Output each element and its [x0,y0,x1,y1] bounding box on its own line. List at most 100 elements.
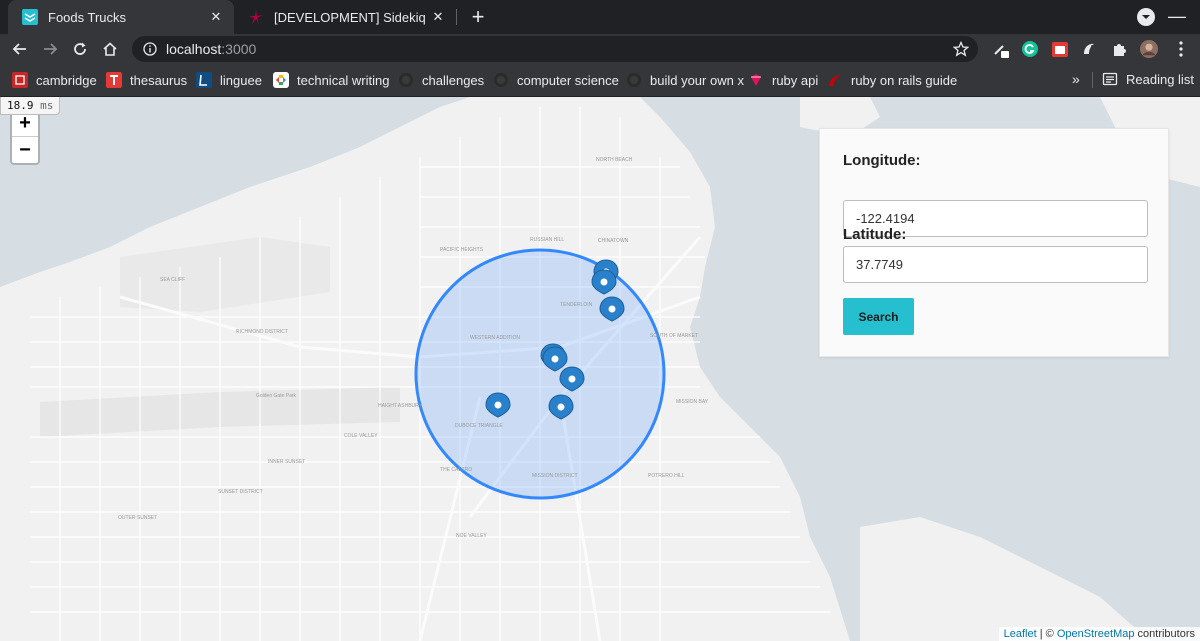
zoom-control: + − [10,109,40,165]
map-label-mission-bay: MISSION BAY [676,399,709,405]
bookmark-challenges[interactable]: challenges [398,71,484,89]
gecko-extension-icon[interactable] [1080,40,1098,58]
bookmark-linguee[interactable]: linguee [196,71,262,89]
bookmark-computer-science[interactable]: computer science [493,71,619,89]
map-label-south-of-market: SOUTH OF MARKET [650,333,699,339]
site-info-icon[interactable] [142,41,158,57]
openstreetmap-link[interactable]: OpenStreetMap [1057,628,1135,640]
reading-list-icon [1102,72,1118,86]
more-vert-icon[interactable] [1172,40,1190,58]
bookmark-label: computer science [517,72,619,88]
tab-title: Foods Trucks [48,9,127,25]
attribution-suffix: contributors [1134,628,1195,640]
url-text: localhost:3000 [166,41,256,57]
profiler-time: 18.9 [7,99,34,112]
address-bar[interactable]: localhost:3000 [132,36,978,62]
map-page: NORTH BEACH CHINATOWN RUSSIAN HILL PACIF… [0,97,1200,641]
bookmark-ruby-api[interactable]: ruby api [748,71,818,89]
map-label-the-castro: THE CASTRO [440,467,473,473]
map-label-russian-hill: RUSSIAN HILL [530,237,565,243]
tab-foods-trucks[interactable]: Foods Trucks ✕ [8,0,234,34]
close-tab-icon[interactable]: ✕ [428,7,448,27]
map-label-chinatown: CHINATOWN [598,238,629,244]
map-label-sunset-district: SUNSET DISTRICT [218,489,263,495]
url-port: :3000 [221,41,257,57]
cambridge-icon [12,72,28,88]
bookmarks-bar: cambridge thesaurus linguee technical wr… [0,64,1200,97]
tab-strip: Foods Trucks ✕ [DEVELOPMENT] Sidekiq ✕ +… [0,0,1200,34]
location-search-panel: Longitude: Latitude: Search [819,128,1169,357]
reading-list-label: Reading list [1126,71,1194,87]
bookmark-label: build your own x [650,72,744,88]
tab-title: [DEVELOPMENT] Sidekiq [274,9,426,25]
google-docs-icon [273,72,289,88]
bookmark-build-your-own-x[interactable]: build your own x [626,71,744,89]
map-label-duboce-triangle: DUBOCE TRIANGLE [455,423,503,429]
attribution-separator: | © [1036,628,1057,640]
back-button[interactable] [8,37,32,61]
reload-button[interactable] [68,37,92,61]
map-label-potrero-hill: POTRERO HILL [648,473,685,479]
minimize-window-button[interactable]: — [1168,6,1186,26]
zoom-out-button[interactable]: − [12,137,38,163]
tab-search-button[interactable] [1137,8,1155,26]
reload-icon [74,42,86,55]
map-label-tenderloin: TENDERLOIN [560,302,593,308]
bookmark-technical-writing[interactable]: technical writing [273,71,390,89]
bookmark-label: challenges [422,72,485,88]
new-tab-button[interactable]: + [466,4,490,29]
bookmark-label: cambridge [36,72,97,88]
arrow-left-icon [12,43,26,55]
calendar-extension-icon[interactable] [1051,40,1069,58]
profile-avatar[interactable] [1140,40,1158,58]
map-label-pacific-heights: PACIFIC HEIGHTS [440,247,483,253]
latitude-input[interactable] [843,246,1148,283]
tab-sidekiq[interactable]: [DEVELOPMENT] Sidekiq ✕ [234,0,456,34]
profiler-unit: ms [40,99,54,112]
search-radius-circle[interactable] [414,248,666,500]
sidekiq-favicon-icon [248,9,264,25]
bookmark-label: thesaurus [130,72,188,88]
map-label-sea-cliff: SEA CLIFF [160,277,186,283]
thesaurus-icon [106,72,122,88]
map-label-western-addition: WESTERN ADDITION [470,335,521,341]
rails-icon [827,72,843,88]
grammarly-extension-icon[interactable] [1021,40,1039,58]
bookmarks-divider [1092,72,1093,88]
bookmark-thesaurus[interactable]: thesaurus [106,71,187,89]
longitude-label: Longitude: [843,152,921,169]
map-label-mission-district: MISSION DISTRICT [532,473,578,479]
forward-button[interactable] [38,37,62,61]
map-label-haight-ashbury: HAIGHT ASHBURY [378,403,422,409]
map-label-noe-valley: NOE VALLEY [456,533,487,539]
tab-divider [456,9,457,25]
bookmark-label: ruby on rails guide [851,72,958,88]
browser-toolbar: localhost:3000 [0,34,1200,64]
url-host: localhost [166,41,222,57]
map-label-richmond-district: RICHMOND DISTRICT [236,329,288,335]
map-attribution: Leaflet | © OpenStreetMap contributors [998,627,1200,641]
eyedropper-extension-icon[interactable] [992,40,1010,58]
map-label-north-beach: NORTH BEACH [596,157,633,163]
bookmark-star-icon[interactable] [952,40,970,58]
profiler-badge[interactable]: 18.9 ms [0,97,61,115]
bookmark-cambridge[interactable]: cambridge [12,71,97,89]
bookmark-label: ruby api [772,72,819,88]
bookmark-ruby-on-rails-guide[interactable]: ruby on rails guide [827,71,957,89]
reading-list-button[interactable]: Reading list [1102,71,1194,87]
github-icon [493,72,509,88]
leaflet-link[interactable]: Leaflet [1004,628,1037,640]
close-tab-icon[interactable]: ✕ [206,7,226,27]
bookmark-label: technical writing [297,72,390,88]
extensions-puzzle-icon[interactable] [1110,40,1128,58]
github-icon [398,72,414,88]
map-label-outer-sunset: OUTER SUNSET [118,515,158,521]
github-icon [626,72,642,88]
map-label-inner-sunset: INNER SUNSET [268,459,306,465]
map-label-cole-valley: COLE VALLEY [344,433,378,439]
foods-trucks-favicon-icon [22,9,38,25]
linguee-icon [196,72,212,88]
bookmarks-overflow-button[interactable]: » [1072,71,1080,87]
home-button[interactable] [98,37,122,61]
search-button[interactable]: Search [843,298,914,335]
